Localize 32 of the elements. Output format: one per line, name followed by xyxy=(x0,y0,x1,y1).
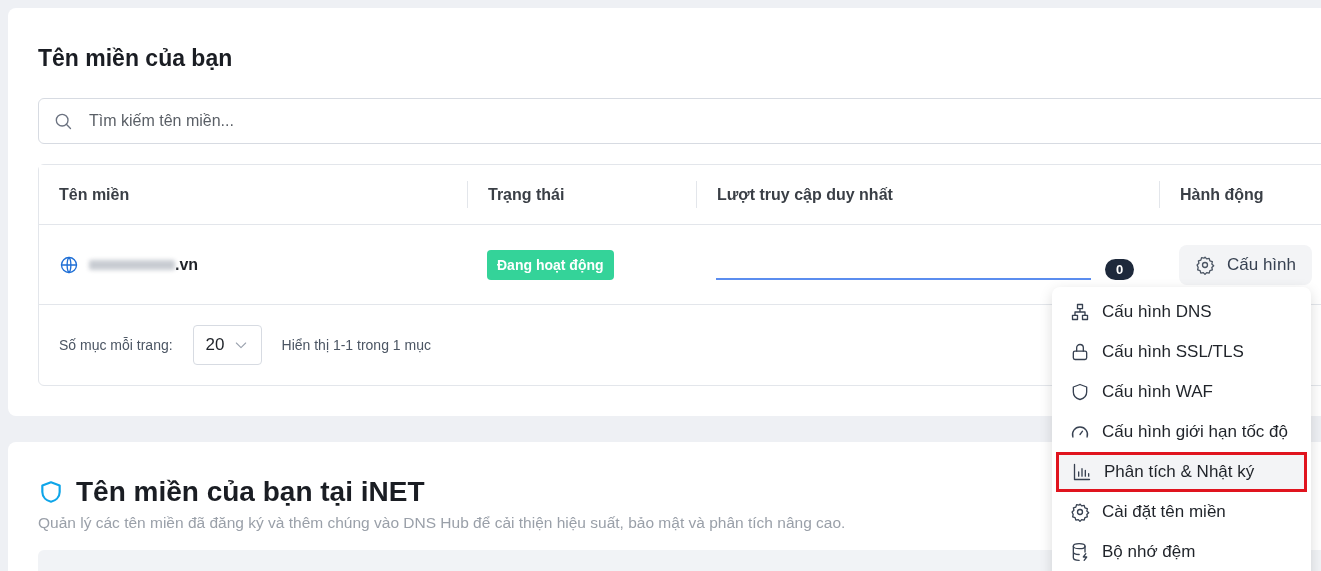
menu-item[interactable]: Phân tích & Nhật ký xyxy=(1056,452,1307,492)
domain-name: .vn xyxy=(175,255,199,274)
menu-item[interactable]: Bộ nhớ đệm xyxy=(1056,532,1307,571)
menu-item[interactable]: Cấu hình SSL/TLS xyxy=(1056,332,1307,372)
search-field[interactable]: Tìm kiếm tên miền... xyxy=(38,98,1321,144)
section-title: Tên miền của bạn xyxy=(38,44,234,73)
column-header: Hành động xyxy=(1159,181,1321,208)
per-page-select[interactable]: 20 xyxy=(192,325,262,365)
database-icon xyxy=(1070,542,1090,562)
shield-icon xyxy=(38,478,64,506)
menu-item[interactable]: Cấu hình WAF xyxy=(1056,372,1307,412)
count-badge: 0 xyxy=(1105,259,1135,280)
menu-item[interactable]: Cấu hình DNS xyxy=(1056,292,1307,332)
shield-icon xyxy=(1070,382,1090,402)
menu-item[interactable]: Cài đặt tên miền xyxy=(1056,492,1307,532)
column-header: Trạng thái xyxy=(467,181,696,208)
search-icon xyxy=(53,111,73,131)
gear-icon xyxy=(1070,502,1090,522)
column-header: Tên miền xyxy=(58,184,131,205)
section-title: Tên miền của bạn tại iNET xyxy=(76,475,425,509)
globe-icon xyxy=(59,254,79,275)
menu-item[interactable]: Cấu hình giới hạn tốc độ xyxy=(1056,412,1307,452)
status-badge: Đang hoạt động xyxy=(487,249,614,280)
pagination-summary: Hiển thị 1-1 trong 1 mục xyxy=(281,337,431,353)
configure-button[interactable]: Cấu hình xyxy=(1179,244,1312,285)
network-icon xyxy=(1070,302,1090,322)
per-page-label: Số mục mỗi trang: xyxy=(59,337,173,353)
lock-icon xyxy=(1070,342,1090,362)
bar-chart-icon xyxy=(1072,462,1092,482)
gear-icon xyxy=(1195,254,1215,275)
section-subtitle: Quản lý các tên miền đã đăng ký và thêm chúng vào DNS Hub để cải thiện hiệu suất, bảo mật và phân tích nâng cao. xyxy=(38,514,847,532)
column-header: Lượt truy cập duy nhất xyxy=(696,181,1159,208)
